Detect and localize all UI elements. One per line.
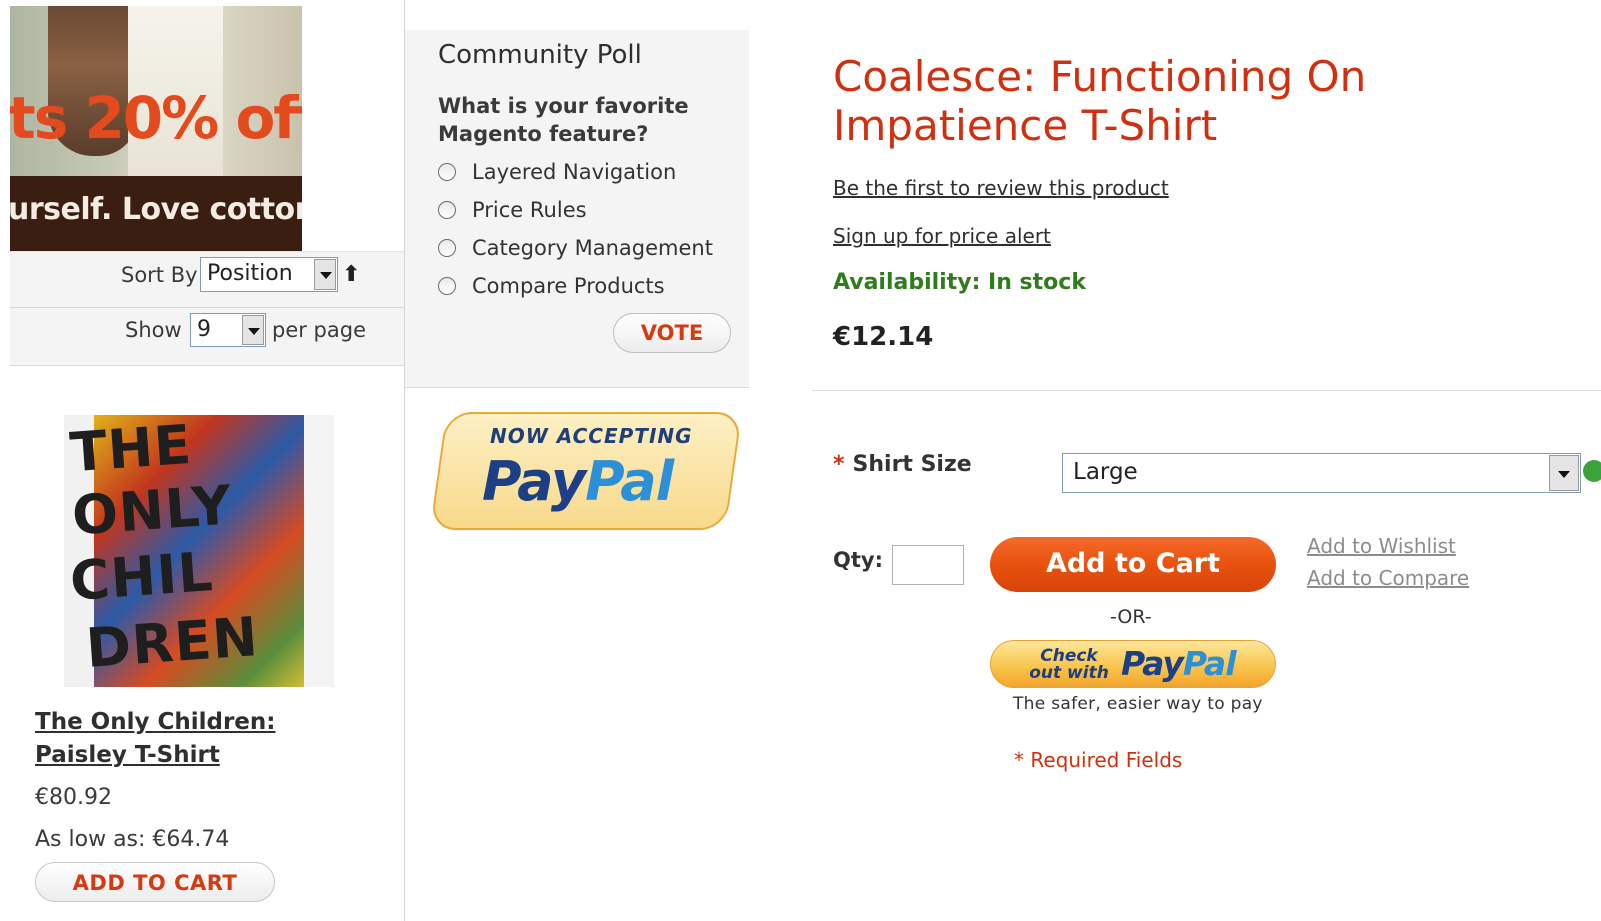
show-label: Show bbox=[125, 318, 182, 342]
product-name-text[interactable]: The Only Children: Paisley T-Shirt bbox=[35, 709, 275, 768]
sort-select-value: Position bbox=[207, 261, 293, 286]
qty-label: Qty: bbox=[833, 548, 883, 572]
paypal-tagline: The safer, easier way to pay bbox=[1013, 694, 1263, 714]
radio-button[interactable] bbox=[438, 277, 456, 295]
poll-option-label: Price Rules bbox=[472, 198, 587, 222]
price-alert-link[interactable]: Sign up for price alert bbox=[833, 224, 1051, 248]
poll-option-label: Category Management bbox=[472, 236, 713, 260]
vote-button[interactable]: VOTE bbox=[613, 313, 731, 353]
review-link[interactable]: Be the first to review this product bbox=[833, 176, 1169, 200]
paypal-checkout-button[interactable]: Check out with PayPal bbox=[990, 640, 1276, 688]
price-alert-link-text[interactable]: Sign up for price alert bbox=[833, 224, 1051, 248]
poll-option-label: Compare Products bbox=[472, 274, 665, 298]
add-to-wishlist-link[interactable]: Add to Wishlist bbox=[1307, 534, 1456, 558]
review-link-text[interactable]: Be the first to review this product bbox=[833, 176, 1169, 200]
tee-text-line: CHIL bbox=[67, 540, 216, 613]
paypal-logo-pal: Pal bbox=[585, 450, 674, 513]
tee-text-line: THE bbox=[67, 415, 194, 485]
limiter-select[interactable]: 9 bbox=[190, 313, 266, 347]
or-separator: -OR- bbox=[1110, 606, 1152, 628]
chevron-down-icon bbox=[314, 259, 336, 290]
tee-sleeve bbox=[304, 415, 334, 687]
add-to-cart-button[interactable]: ADD TO CART bbox=[35, 862, 275, 902]
shirt-size-value: Large bbox=[1073, 459, 1138, 485]
checkout-with-label: Check out with bbox=[1029, 646, 1109, 683]
radio-button[interactable] bbox=[438, 201, 456, 219]
product-image[interactable]: THE ONLY CHIL DREN bbox=[64, 415, 334, 687]
sort-row: Sort By Position ⬆ bbox=[10, 252, 404, 308]
promo-banner[interactable]: ts 20% off urself. Love cotton. bbox=[10, 6, 302, 251]
add-to-wishlist-text[interactable]: Add to Wishlist bbox=[1307, 534, 1456, 558]
tee-text-line: DREN bbox=[84, 605, 261, 680]
shirt-size-label: * Shirt Size bbox=[833, 452, 972, 477]
sort-direction-icon[interactable]: ⬆ bbox=[342, 262, 360, 287]
availability-status: Availability: In stock bbox=[833, 270, 1086, 295]
paypal-logo-pay: Pay bbox=[482, 450, 586, 513]
paypal-logo-pay: Pay bbox=[1121, 644, 1184, 683]
paypal-accepted-badge: NOW ACCEPTING PayPal bbox=[429, 412, 743, 530]
sort-by-label: Sort By bbox=[121, 263, 198, 287]
product-name-link[interactable]: The Only Children: Paisley T-Shirt bbox=[35, 706, 375, 772]
chevron-down-icon bbox=[242, 315, 264, 345]
add-to-compare-link[interactable]: Add to Compare bbox=[1307, 566, 1469, 590]
chevron-down-icon bbox=[1549, 455, 1579, 491]
paypal-logo: PayPal bbox=[482, 450, 674, 513]
product-price: €80.92 bbox=[35, 785, 112, 810]
add-to-compare-text[interactable]: Add to Compare bbox=[1307, 566, 1469, 590]
required-fields-note: * Required Fields bbox=[1014, 748, 1183, 772]
validation-ok-icon bbox=[1583, 460, 1601, 482]
list-toolbar: Sort By Position ⬆ Show 9 per page bbox=[10, 251, 404, 366]
limiter-select-value: 9 bbox=[197, 317, 211, 342]
product-price: €12.14 bbox=[833, 322, 934, 352]
per-page-label: per page bbox=[272, 318, 367, 342]
radio-button[interactable] bbox=[438, 239, 456, 257]
poll-option-label: Layered Navigation bbox=[472, 160, 677, 184]
banner-tagline: urself. Love cotton. bbox=[10, 192, 302, 227]
required-mark: * bbox=[833, 452, 845, 477]
tee-text-line: ONLY bbox=[69, 473, 235, 548]
add-to-cart-button[interactable]: Add to Cart bbox=[990, 537, 1276, 592]
shirt-size-select[interactable]: Large bbox=[1062, 453, 1581, 493]
paypal-logo-pal: Pal bbox=[1182, 644, 1237, 683]
shirt-size-label-text: Shirt Size bbox=[852, 452, 972, 477]
sort-select[interactable]: Position bbox=[200, 257, 338, 292]
paypal-now-accepting: NOW ACCEPTING bbox=[490, 424, 693, 448]
as-low-as-price: As low as: €64.74 bbox=[35, 827, 230, 852]
poll-title: Community Poll bbox=[438, 40, 642, 70]
product-title: Coalesce: Functioning On Impatience T-Sh… bbox=[833, 52, 1367, 150]
poll-question: What is your favorite Magento feature? bbox=[438, 94, 689, 146]
qty-input[interactable] bbox=[892, 545, 964, 585]
radio-button[interactable] bbox=[438, 163, 456, 181]
banner-promo-text: ts 20% off bbox=[10, 84, 302, 152]
paypal-logo: PayPal bbox=[1121, 644, 1236, 683]
